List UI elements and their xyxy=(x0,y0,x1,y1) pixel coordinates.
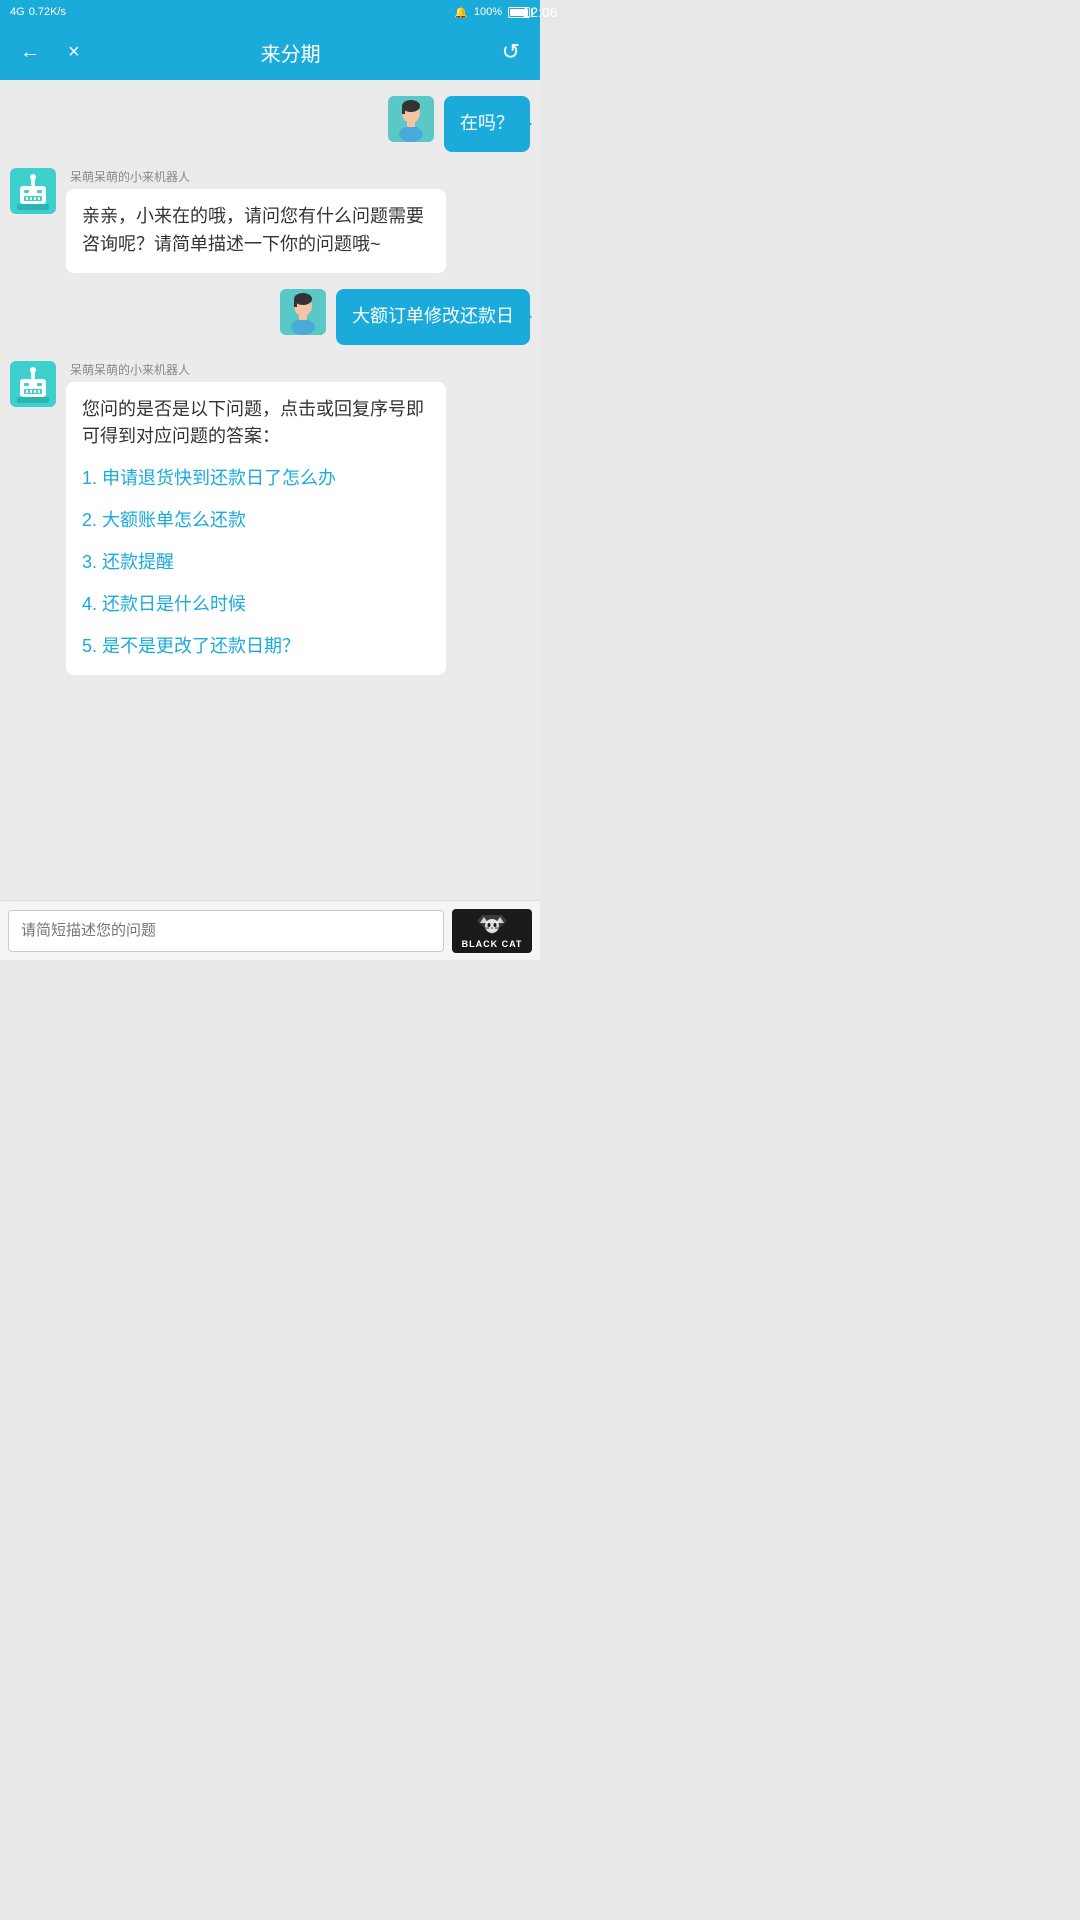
message-row-3: 大额订单修改还款日 xyxy=(10,289,530,345)
bot-sender-name-1: 呆萌呆萌的小来机器人 xyxy=(66,168,446,185)
header: ← × 来分期 ↺ xyxy=(0,24,540,80)
bot-link-1[interactable]: 1. 申请退货快到还款日了怎么办 xyxy=(82,465,430,493)
speed-text: 0.72K/s xyxy=(29,6,66,18)
battery-icon xyxy=(508,7,530,18)
bot-bubble-2: 您问的是否是以下问题，点击或回复序号即可得到对应问题的答案： 1. 申请退货快到… xyxy=(66,382,446,675)
user-bubble-2: 大额订单修改还款日 xyxy=(336,289,530,345)
back-button[interactable]: ← xyxy=(16,37,44,68)
user-bubble-1: 在吗？ xyxy=(444,96,530,152)
bot-link-3[interactable]: 3. 还款提醒 xyxy=(82,549,430,577)
page-title: 来分期 xyxy=(84,38,498,67)
status-left: 4G 0.72K/s xyxy=(10,6,66,18)
bot-intro-text: 您问的是否是以下问题，点击或回复序号即可得到对应问题的答案： xyxy=(82,396,430,452)
signal-icon: 4G xyxy=(10,6,25,18)
bubble-col-bot-2: 呆萌呆萌的小来机器人 您问的是否是以下问题，点击或回复序号即可得到对应问题的答案… xyxy=(66,361,446,675)
bot-bubble-1: 亲亲，小来在的哦，请问您有什么问题需要咨询呢？请简单描述一下你的问题哦~ xyxy=(66,189,446,273)
chat-input[interactable] xyxy=(8,910,444,952)
close-button[interactable]: × xyxy=(64,37,84,68)
black-cat-badge: BLACK CAT xyxy=(452,909,532,953)
message-row-1: 在吗？ xyxy=(10,96,530,152)
bell-icon: 🔔 xyxy=(454,6,468,19)
bot-avatar-2 xyxy=(10,361,56,407)
bot-link-5[interactable]: 5. 是不是更改了还款日期？ xyxy=(82,633,430,661)
user-avatar-2 xyxy=(280,289,326,335)
status-right: 🔔 100% xyxy=(454,6,530,19)
battery-percent: 100% xyxy=(474,6,502,18)
bubble-col-bot-1: 呆萌呆萌的小来机器人 亲亲，小来在的哦，请问您有什么问题需要咨询呢？请简单描述一… xyxy=(66,168,446,273)
bot-sender-name-2: 呆萌呆萌的小来机器人 xyxy=(66,361,446,378)
status-bar: 4G 0.72K/s 12:06 🔔 100% xyxy=(0,0,540,24)
chat-area: 在吗？ xyxy=(0,80,540,900)
bot-link-2[interactable]: 2. 大额账单怎么还款 xyxy=(82,507,430,535)
bubble-col-user-2: 大额订单修改还款日 xyxy=(336,289,530,345)
header-left: ← × xyxy=(16,37,84,68)
bot-link-4[interactable]: 4. 还款日是什么时候 xyxy=(82,591,430,619)
message-row-2: 呆萌呆萌的小来机器人 亲亲，小来在的哦，请问您有什么问题需要咨询呢？请简单描述一… xyxy=(10,168,530,273)
refresh-button[interactable]: ↺ xyxy=(498,35,524,69)
message-row-4: 呆萌呆萌的小来机器人 您问的是否是以下问题，点击或回复序号即可得到对应问题的答案… xyxy=(10,361,530,675)
user-avatar-1 xyxy=(388,96,434,142)
black-cat-label: BLACK CAT xyxy=(462,939,523,949)
input-bar: BLACK CAT xyxy=(0,900,540,960)
bubble-col-user-1: 在吗？ xyxy=(444,96,530,152)
bot-avatar-1 xyxy=(10,168,56,214)
